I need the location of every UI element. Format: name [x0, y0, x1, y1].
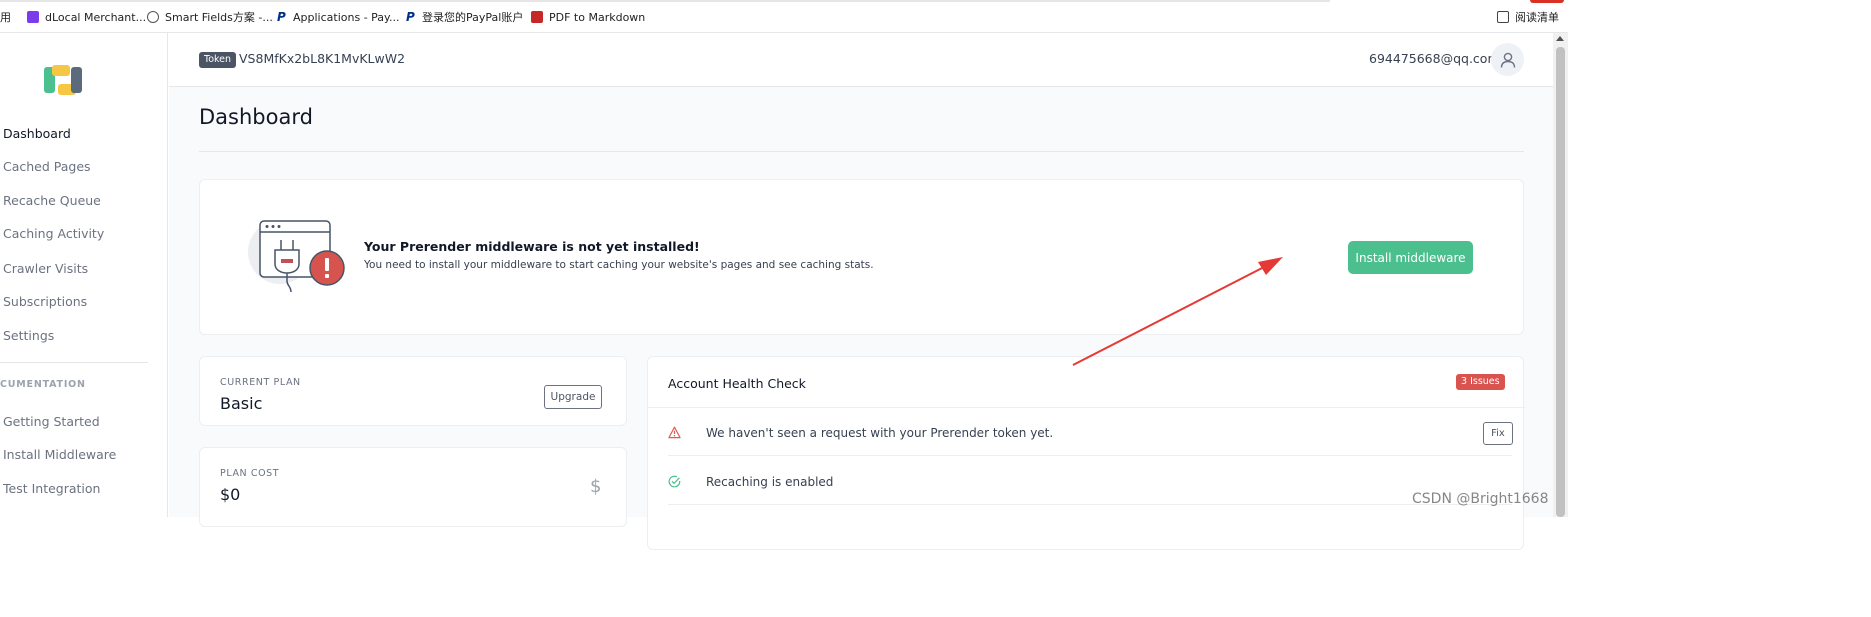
plan-cost-label: PLAN COST	[220, 468, 280, 479]
sidebar-item-recache-queue[interactable]: Recache Queue	[3, 193, 101, 208]
prerender-logo[interactable]	[44, 65, 84, 95]
tab-strip-edge	[0, 0, 1330, 2]
page-scrollbar[interactable]	[1553, 33, 1568, 517]
sidebar: Dashboard Cached Pages Recache Queue Cac…	[0, 33, 168, 517]
bookmarks-bar: 用 dLocal Merchant... Smart Fields方案 -...…	[0, 0, 1568, 33]
bookmark-label: dLocal Merchant...	[45, 10, 147, 24]
token-badge: Token	[199, 52, 237, 68]
plug-warning-illustration	[248, 220, 345, 293]
reading-list-label: 阅读清单	[1515, 11, 1559, 24]
globe-icon	[147, 11, 159, 23]
user-icon	[1500, 52, 1515, 68]
bookmark-label: PDF to Markdown	[549, 10, 646, 24]
install-middleware-button[interactable]: Install middleware	[1348, 241, 1473, 274]
main-content: Token VS8MfKx2bL8K1MvKLwW2 694475668@qq.…	[169, 33, 1553, 550]
issues-badge: 3 Issues	[1456, 374, 1505, 390]
bookmark-label: Smart Fields方案 -...	[165, 11, 273, 24]
bookmark-pdf-to-markdown[interactable]: PDF to Markdown	[531, 9, 645, 25]
title-divider	[199, 151, 1524, 152]
scroll-up-icon[interactable]	[1556, 36, 1564, 41]
bookmark-apps[interactable]: 用	[0, 9, 11, 25]
bookmark-dlocal[interactable]: dLocal Merchant...	[27, 9, 146, 25]
bookmark-label: 用	[0, 11, 11, 24]
check-circle-icon	[668, 475, 681, 488]
scrollbar-thumb[interactable]	[1556, 47, 1565, 517]
dlocal-favicon	[27, 11, 39, 23]
account-health-card: Account Health Check 3 Issues We haven't…	[647, 356, 1525, 550]
sidebar-divider	[0, 362, 148, 363]
sidebar-item-getting-started[interactable]: Getting Started	[3, 414, 100, 429]
reading-list-icon	[1497, 11, 1509, 23]
sidebar-item-test-integration[interactable]: Test Integration	[3, 481, 100, 496]
health-row-text: Recaching is enabled	[706, 475, 834, 489]
page-title: Dashboard	[199, 105, 313, 129]
paypal-icon: P	[277, 10, 286, 24]
sidebar-item-subscriptions[interactable]: Subscriptions	[3, 294, 87, 309]
dollar-icon: $	[590, 476, 602, 497]
sidebar-item-caching-activity[interactable]: Caching Activity	[3, 226, 104, 241]
bookmark-label: 登录您的PayPal账户	[422, 11, 524, 24]
fix-button[interactable]: Fix	[1483, 422, 1513, 445]
banner-text: You need to install your middleware to s…	[364, 259, 874, 271]
bookmark-paypal-apps[interactable]: P Applications - Pay...	[277, 9, 399, 25]
token-value[interactable]: VS8MfKx2bL8K1MvKLwW2	[239, 51, 405, 66]
paypal-icon: P	[406, 10, 415, 24]
user-email[interactable]: 694475668@qq.com	[1369, 51, 1500, 66]
sidebar-item-install-middleware[interactable]: Install Middleware	[3, 447, 116, 462]
sidebar-item-crawler-visits[interactable]: Crawler Visits	[3, 261, 88, 276]
watermark: CSDN @Bright1668	[1412, 491, 1549, 507]
current-plan-label: CURRENT PLAN	[220, 377, 301, 388]
avatar[interactable]	[1491, 43, 1524, 76]
plan-cost-value: $0	[220, 485, 241, 504]
sidebar-item-dashboard[interactable]: Dashboard	[3, 126, 71, 141]
health-row: Recaching is enabled	[668, 457, 1512, 505]
window-close-edge	[1530, 0, 1564, 3]
top-bar: Token VS8MfKx2bL8K1MvKLwW2 694475668@qq.…	[169, 33, 1553, 87]
health-title: Account Health Check	[668, 376, 806, 391]
health-row: We haven't seen a request with your Prer…	[668, 408, 1513, 456]
warning-icon	[668, 426, 681, 439]
sidebar-item-cached-pages[interactable]: Cached Pages	[3, 159, 91, 174]
banner-title: Your Prerender middleware is not yet ins…	[364, 239, 700, 254]
reading-list-button[interactable]: 阅读清单	[1497, 9, 1559, 25]
sidebar-item-settings[interactable]: Settings	[3, 328, 54, 343]
plan-cost-card: PLAN COST $0 $	[199, 447, 627, 527]
bookmark-smart-fields[interactable]: Smart Fields方案 -...	[147, 9, 273, 25]
middleware-banner: Your Prerender middleware is not yet ins…	[199, 179, 1524, 335]
pdf-icon	[531, 11, 543, 23]
bookmark-paypal-login[interactable]: P 登录您的PayPal账户	[406, 9, 523, 25]
bookmark-label: Applications - Pay...	[293, 10, 400, 24]
upgrade-button[interactable]: Upgrade	[544, 385, 602, 409]
current-plan-card: CURRENT PLAN Basic Upgrade	[199, 356, 627, 426]
current-plan-value: Basic	[220, 394, 263, 413]
health-row-text: We haven't seen a request with your Prer…	[706, 426, 1054, 440]
sidebar-section-documentation: CUMENTATION	[0, 379, 86, 390]
